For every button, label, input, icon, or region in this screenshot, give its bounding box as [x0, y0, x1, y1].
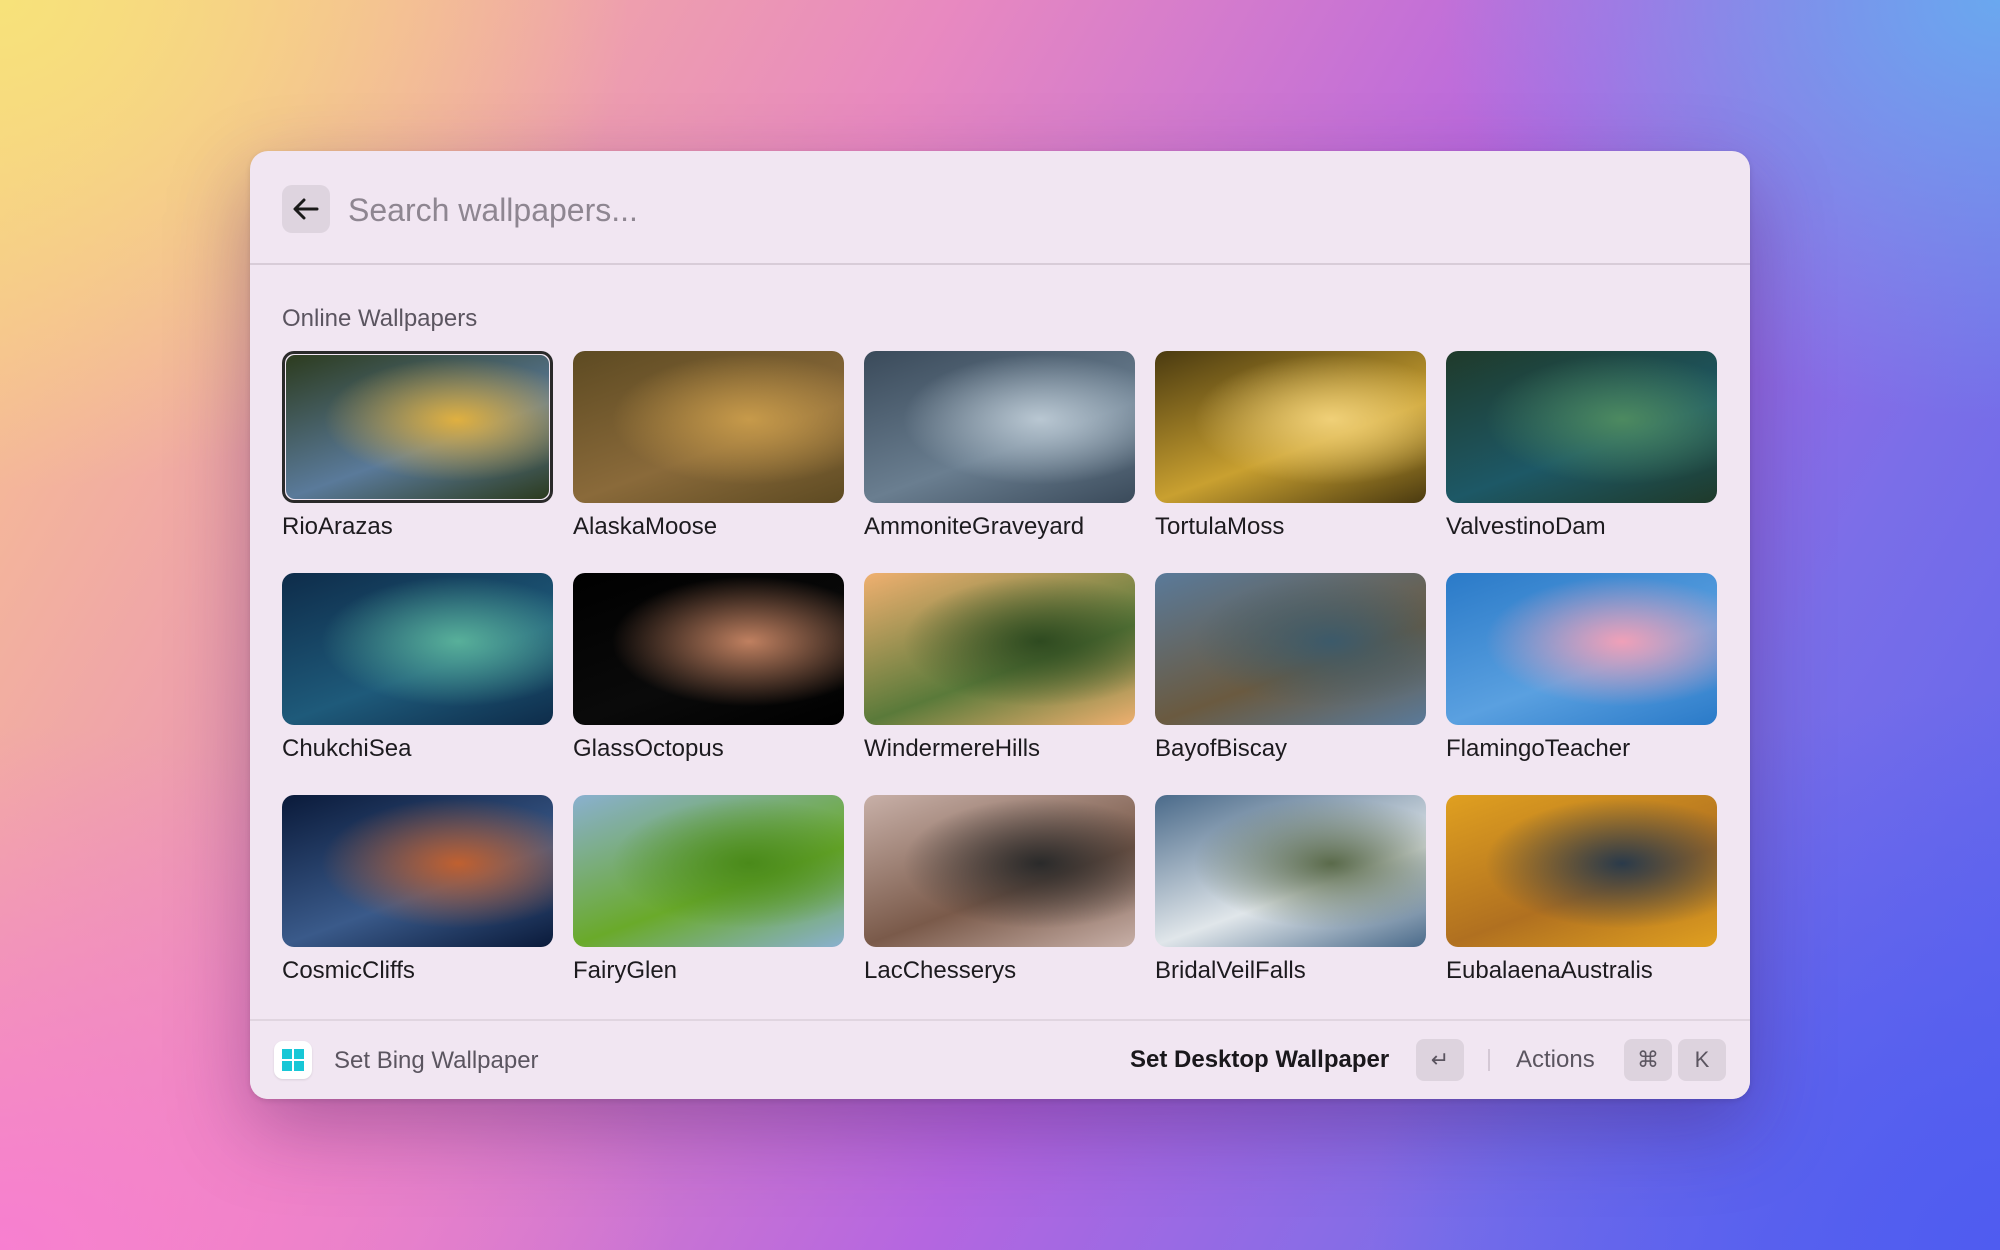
wallpaper-image — [864, 351, 1135, 503]
wallpaper-image — [286, 355, 549, 499]
wallpaper-label: BridalVeilFalls — [1155, 957, 1306, 984]
wallpaper-tile-chukchisea[interactable]: ChukchiSea — [282, 573, 553, 769]
wallpaper-thumbnail[interactable] — [573, 351, 844, 503]
wallpaper-tile-cosmiccliffs[interactable]: CosmicCliffs — [282, 795, 553, 991]
wallpaper-thumbnail[interactable] — [1155, 573, 1426, 725]
wallpaper-tile-bridalveilfalls[interactable]: BridalVeilFalls — [1155, 795, 1426, 991]
wallpaper-tile-ammonitegraveyard[interactable]: AmmoniteGraveyard — [864, 351, 1135, 547]
extension-title: Set Bing Wallpaper — [334, 1047, 539, 1074]
wallpaper-tile-tortulamoss[interactable]: TortulaMoss — [1155, 351, 1426, 547]
wallpaper-thumbnail[interactable] — [864, 351, 1135, 503]
wallpaper-tile-bayofbiscay[interactable]: BayofBiscay — [1155, 573, 1426, 769]
wallpaper-thumbnail[interactable] — [1446, 795, 1717, 947]
wallpaper-grid: RioArazas AlaskaMoose AmmoniteGraveyard Tor… — [282, 351, 1718, 991]
wallpaper-thumbnail[interactable] — [282, 573, 553, 725]
wallpaper-tile-valvestinodam[interactable]: ValvestinoDam — [1446, 351, 1717, 547]
wallpaper-label: ChukchiSea — [282, 735, 412, 762]
wallpaper-thumbnail[interactable] — [864, 795, 1135, 947]
wallpaper-label: AmmoniteGraveyard — [864, 513, 1085, 540]
command-key-badge: ⌘ — [1624, 1039, 1672, 1081]
wallpaper-tile-windermerehills[interactable]: WindermereHills — [864, 573, 1135, 769]
wallpaper-thumbnail[interactable] — [1446, 573, 1717, 725]
wallpaper-thumbnail[interactable] — [573, 573, 844, 725]
wallpaper-tile-lacchesserys[interactable]: LacChesserys — [864, 795, 1135, 991]
wallpaper-label: FairyGlen — [573, 957, 678, 984]
wallpaper-label: ValvestinoDam — [1446, 513, 1606, 540]
wallpaper-tile-alaskamoose[interactable]: AlaskaMoose — [573, 351, 844, 547]
wallpaper-image — [1446, 351, 1717, 503]
wallpaper-label: WindermereHills — [864, 735, 1041, 762]
wallpaper-thumbnail[interactable] — [1155, 795, 1426, 947]
wallpaper-label: CosmicCliffs — [282, 957, 415, 984]
footer-bar: Set Bing Wallpaper Set Desktop Wallpaper… — [250, 1019, 1750, 1099]
wallpaper-label: RioArazas — [282, 513, 393, 540]
wallpaper-thumbnail[interactable] — [573, 795, 844, 947]
search-input[interactable] — [346, 181, 1650, 239]
wallpaper-image — [282, 573, 553, 725]
set-desktop-wallpaper-button[interactable]: Set Desktop Wallpaper — [1130, 1046, 1389, 1074]
wallpaper-tile-glassoctopus[interactable]: GlassOctopus — [573, 573, 844, 769]
wallpaper-label: EubalaenaAustralis — [1446, 957, 1653, 984]
arrow-left-icon — [293, 198, 319, 220]
wallpaper-image — [1446, 573, 1717, 725]
wallpaper-thumbnail[interactable] — [282, 795, 553, 947]
wallpaper-tile-eubalaenaaustralis[interactable]: EubalaenaAustralis — [1446, 795, 1717, 991]
actions-button[interactable]: Actions — [1516, 1046, 1595, 1074]
wallpaper-tile-flamingoteacher[interactable]: FlamingoTeacher — [1446, 573, 1717, 769]
wallpaper-image — [1155, 573, 1426, 725]
k-key-badge: K — [1678, 1039, 1726, 1081]
wallpaper-image — [573, 573, 844, 725]
wallpaper-thumbnail[interactable] — [282, 351, 553, 503]
back-button[interactable] — [282, 185, 330, 233]
wallpaper-image — [573, 795, 844, 947]
wallpaper-image — [1155, 795, 1426, 947]
wallpaper-label: TortulaMoss — [1155, 513, 1285, 540]
wallpaper-label: GlassOctopus — [573, 735, 724, 762]
wallpaper-image — [573, 351, 844, 503]
wallpaper-image — [1155, 351, 1426, 503]
windows-logo-icon — [274, 1041, 312, 1079]
wallpaper-thumbnail[interactable] — [1155, 351, 1426, 503]
wallpaper-image — [864, 795, 1135, 947]
wallpaper-tile-rioarazas[interactable]: RioArazas — [282, 351, 553, 547]
wallpaper-label: AlaskaMoose — [573, 513, 718, 540]
wallpaper-image — [282, 795, 553, 947]
wallpaper-thumbnail[interactable] — [1446, 351, 1717, 503]
footer-separator — [1488, 1049, 1490, 1071]
wallpaper-label: FlamingoTeacher — [1446, 735, 1631, 762]
wallpaper-thumbnail[interactable] — [864, 573, 1135, 725]
wallpaper-window: Online Wallpapers RioArazas AlaskaMoose Am… — [250, 151, 1750, 1099]
wallpaper-tile-fairyglen[interactable]: FairyGlen — [573, 795, 844, 991]
wallpaper-image — [1446, 795, 1717, 947]
search-bar — [250, 151, 1750, 265]
wallpaper-label: BayofBiscay — [1155, 735, 1288, 762]
wallpaper-label: LacChesserys — [864, 957, 1017, 984]
section-title: Online Wallpapers — [282, 305, 478, 332]
enter-key-badge: ↵ — [1416, 1039, 1464, 1081]
wallpaper-image — [864, 573, 1135, 725]
